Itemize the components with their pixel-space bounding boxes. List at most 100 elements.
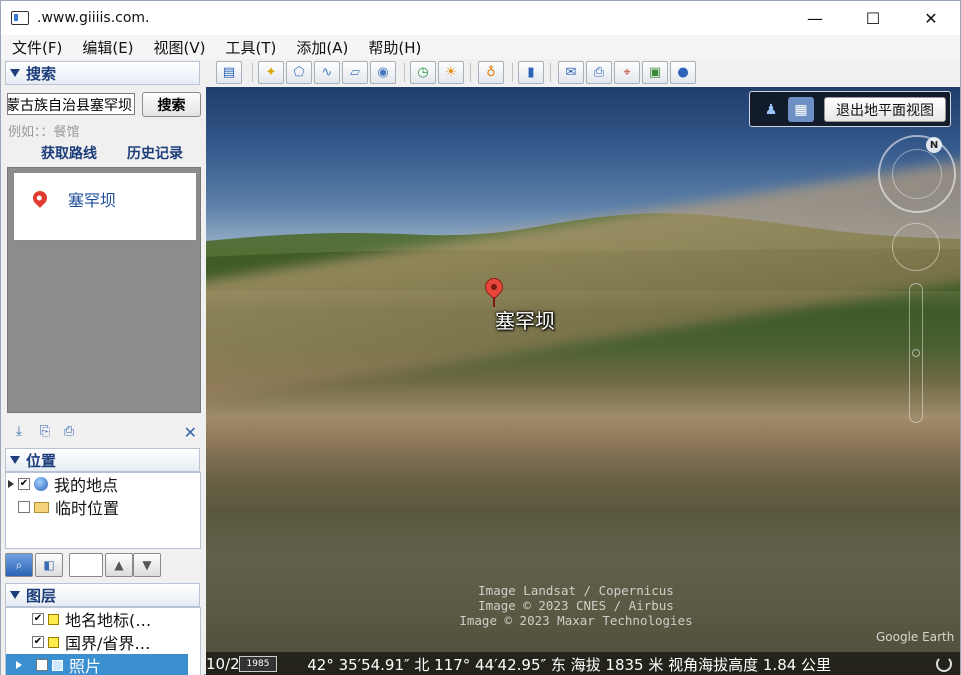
layer-row-place-names[interactable]: ✔ 地名地标(… <box>32 608 151 630</box>
get-route-link[interactable]: 获取路线 <box>41 143 97 163</box>
planet-switch-button[interactable]: ♁ <box>478 61 504 84</box>
move-up-button[interactable]: ▲ <box>105 553 133 577</box>
menu-tools[interactable]: 工具(T) <box>215 37 286 58</box>
close-button[interactable]: ✕ <box>902 1 960 35</box>
placemark-label[interactable]: 塞罕坝 <box>495 305 555 334</box>
record-tour-button[interactable]: ◉ <box>370 61 396 84</box>
print-button[interactable]: ⎙ <box>586 61 612 84</box>
menu-help[interactable]: 帮助(H) <box>357 37 430 58</box>
expand-icon[interactable] <box>8 480 14 488</box>
print-icon[interactable]: ⎙ <box>61 425 77 439</box>
title-bar: .www.giiiis.com. — ☐ ✕ <box>1 1 960 35</box>
expand-icon[interactable] <box>16 661 22 669</box>
add-polygon-button[interactable]: ⬠ <box>286 61 312 84</box>
envelope-icon: ✉ <box>565 65 577 80</box>
ruler-button[interactable]: ▮ <box>518 61 544 84</box>
building-icon[interactable]: ▦ <box>788 97 814 122</box>
add-overlay-button[interactable]: ▱ <box>342 61 368 84</box>
earth-3d-view[interactable]: 塞罕坝 ♟ ▦ 退出地平面视图 N Image Landsat / Copern… <box>206 87 960 675</box>
save-image-button[interactable]: ▣ <box>642 61 668 84</box>
maximize-button[interactable]: ☐ <box>844 1 902 35</box>
attribution-line: Image © 2023 CNES / Airbus <box>478 598 674 613</box>
view-in-maps-button[interactable]: ⌖ <box>614 61 640 84</box>
checkbox-temp-places[interactable] <box>18 501 30 513</box>
search-input[interactable]: 蒙古族自治县塞罕坝 <box>7 93 135 115</box>
coordinates-readout: 42° 35′54.91″ 北 117° 44′42.95″ 东 海拔 1835… <box>307 655 832 674</box>
app-window: .www.giiiis.com. — ☐ ✕ 文件(F) 编辑(E) 视图(V)… <box>0 0 961 675</box>
checkbox-my-places[interactable]: ✔ <box>18 478 30 490</box>
ground-view-controls: ♟ ▦ 退出地平面视图 <box>749 91 951 127</box>
earth-view-button[interactable]: ● <box>670 61 696 84</box>
imagery-attribution: Image Landsat / Copernicus Image © 2023 … <box>206 583 946 628</box>
minimize-button[interactable]: — <box>786 1 844 35</box>
clock-icon: ◷ <box>417 65 429 80</box>
checkbox-layer[interactable]: ✔ <box>32 636 44 648</box>
borders-layer-icon <box>48 636 59 648</box>
ruler-icon: ▮ <box>527 65 535 80</box>
look-compass-ring[interactable] <box>878 135 956 213</box>
google-earth-logo: Google Earth <box>876 630 955 644</box>
menu-bar: 文件(F) 编辑(E) 视图(V) 工具(T) 添加(A) 帮助(H) <box>1 35 960 59</box>
window-title: .www.giiiis.com. <box>37 10 150 26</box>
tree-row-temp-places[interactable]: 临时位置 <box>18 496 119 518</box>
person-icon[interactable]: ♟ <box>758 97 784 122</box>
historical-imagery-button[interactable]: ◷ <box>410 61 436 84</box>
zoom-slider-knob[interactable] <box>912 349 920 357</box>
path-icon: ∿ <box>321 65 333 80</box>
sunlight-button[interactable]: ☀ <box>438 61 464 84</box>
menu-edit[interactable]: 编辑(E) <box>71 37 142 58</box>
search-button[interactable]: 搜索 <box>142 92 201 117</box>
search-result-item[interactable]: 塞罕坝 <box>13 172 197 241</box>
menu-add[interactable]: 添加(A) <box>285 37 357 58</box>
layer-row-borders[interactable]: ✔ 国界/省界… <box>32 631 150 653</box>
layer-row-photos[interactable]: 照片 <box>6 654 188 675</box>
layers-tree: ✔ 地名地标(… ✔ 国界/省界… 照片 <box>5 607 201 675</box>
places-filter-input[interactable] <box>69 553 103 577</box>
sidebar: 搜索 蒙古族自治县塞罕坝 搜索 例如：：餐馆 获取路线 历史记录 塞罕坝 ⤓ ⎘… <box>1 59 204 675</box>
toolbar-separator <box>512 63 513 82</box>
search-hint: 例如：：餐馆 <box>8 125 80 140</box>
tree-label: 临时位置 <box>55 499 120 518</box>
planet-icon: ♁ <box>486 65 496 80</box>
app-icon <box>11 11 29 25</box>
globe-icon: ● <box>677 65 689 80</box>
move-down-button[interactable]: ▼ <box>133 553 161 577</box>
move-joystick[interactable] <box>892 223 940 271</box>
checkbox-layer[interactable] <box>36 659 48 671</box>
layers-section-header[interactable]: 图层 <box>5 583 200 607</box>
label-layer-icon <box>48 613 59 625</box>
clear-results-icon[interactable]: ✕ <box>184 423 197 442</box>
split-view-button[interactable]: ◧ <box>35 553 63 577</box>
placemark-icon <box>30 188 50 208</box>
search-places-button[interactable]: ⌕ <box>5 553 33 577</box>
search-section-header[interactable]: 搜索 <box>5 61 200 85</box>
result-link[interactable]: 塞罕坝 <box>68 187 116 211</box>
save-to-places-icon[interactable]: ⤓ <box>11 425 27 439</box>
imagery-year-badge[interactable]: 1985 <box>239 656 277 672</box>
exit-ground-view-button[interactable]: 退出地平面视图 <box>824 97 946 122</box>
copy-icon[interactable]: ⎘ <box>37 425 53 439</box>
sidebar-toggle-button[interactable]: ▤ <box>216 61 242 84</box>
menu-file[interactable]: 文件(F) <box>1 37 71 58</box>
layer-label: 国界/省界… <box>65 634 151 653</box>
sun-icon: ☀ <box>445 65 457 80</box>
north-icon[interactable]: N <box>926 137 942 153</box>
arrow-down-icon: ▼ <box>142 558 152 572</box>
sidebar-icon: ▤ <box>222 65 236 80</box>
email-button[interactable]: ✉ <box>558 61 584 84</box>
checkbox-layer[interactable]: ✔ <box>32 613 44 625</box>
layers-section-title: 图层 <box>26 586 57 605</box>
menu-view[interactable]: 视图(V) <box>143 37 215 58</box>
add-path-button[interactable]: ∿ <box>314 61 340 84</box>
loading-spinner-icon <box>936 656 952 672</box>
toolbar-separator <box>550 63 551 82</box>
places-nav-bar: ⌕ ◧ ▲ ▼ <box>5 553 201 577</box>
places-section-header[interactable]: 位置 <box>5 448 200 472</box>
add-placemark-button[interactable]: ✦ <box>258 61 284 84</box>
history-link[interactable]: 历史记录 <box>127 143 183 163</box>
overlay-icon: ▱ <box>350 65 360 80</box>
tree-row-my-places[interactable]: ✔ 我的地点 <box>8 473 118 495</box>
magnifier-icon: ⌕ <box>15 557 23 572</box>
globe-icon <box>34 477 48 491</box>
look-joystick[interactable] <box>892 149 942 199</box>
